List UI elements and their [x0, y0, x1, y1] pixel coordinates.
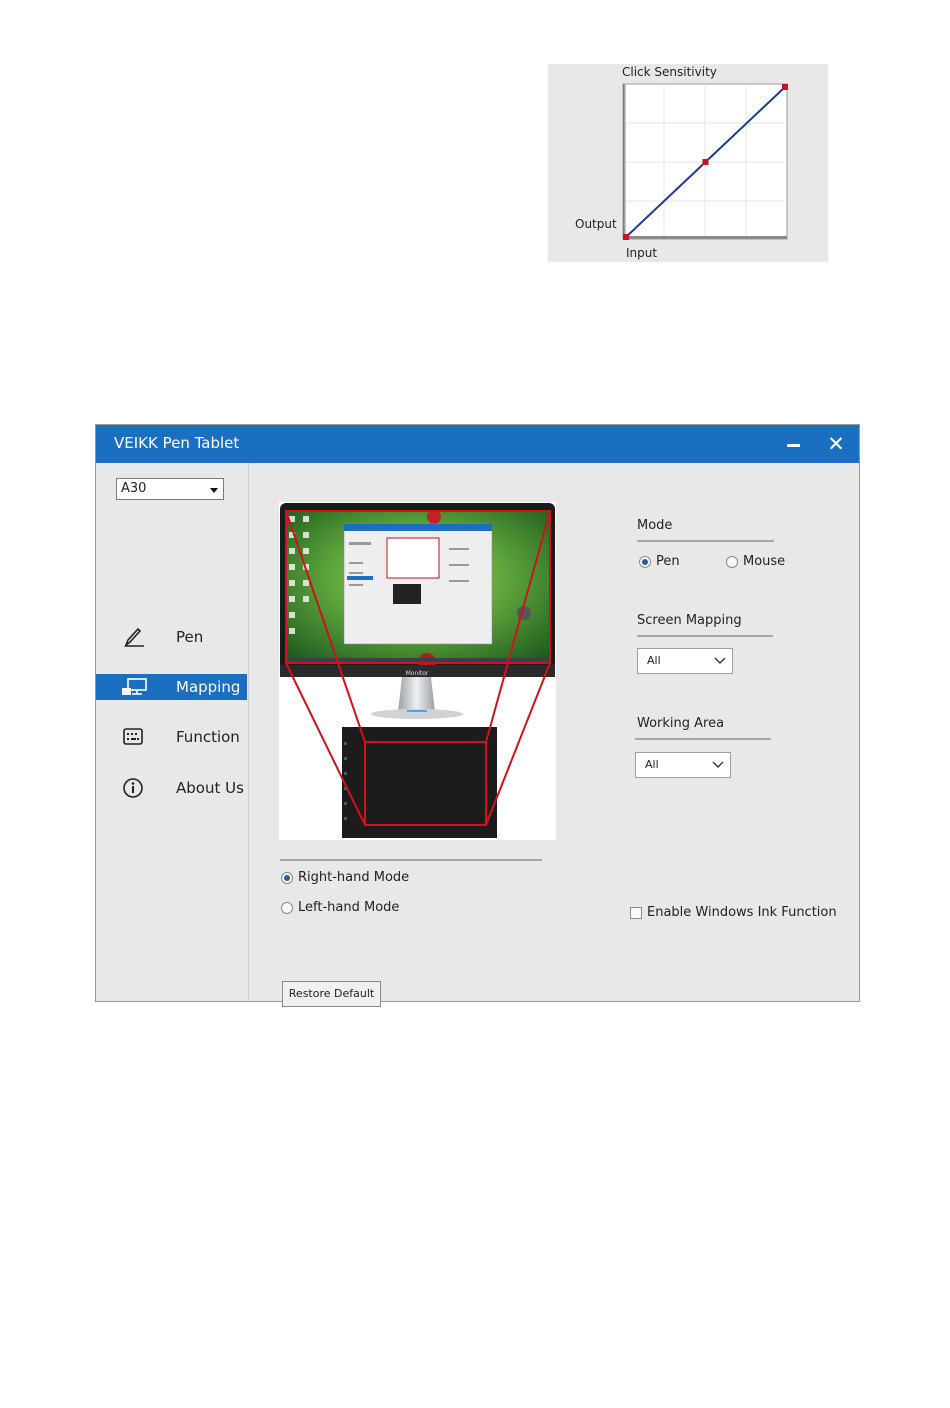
radio-label: Left-hand Mode: [298, 900, 400, 915]
sidebar-item-pen[interactable]: Pen: [96, 624, 247, 650]
curve-control-point[interactable]: [623, 234, 629, 240]
curve-control-point[interactable]: [702, 159, 709, 165]
dropdown-arrow-icon: [210, 488, 218, 493]
sensitivity-title: Click Sensitivity: [622, 65, 717, 79]
device-select[interactable]: A30: [116, 478, 224, 500]
radio-selected-icon: [639, 556, 651, 568]
sidebar-item-label: Pen: [176, 628, 204, 646]
radio-selected-icon: [281, 872, 293, 884]
monitor-brand-label: Monitor: [406, 670, 429, 677]
sidebar-item-mapping[interactable]: Mapping: [96, 674, 247, 700]
mapping-preview: Monitor: [279, 502, 556, 840]
screen-mapping-divider: [637, 635, 773, 637]
curve-control-point[interactable]: [782, 84, 788, 90]
veikk-window: VEIKK Pen Tablet ✕ A30 Pen Mapping Funct…: [96, 425, 859, 1007]
chevron-down-icon: [712, 761, 724, 768]
minimize-icon: [787, 444, 800, 447]
window-title: VEIKK Pen Tablet: [114, 434, 240, 452]
sidebar-item-label: About Us: [176, 779, 244, 797]
sidebar: A30 Pen Mapping Function About Us: [96, 463, 249, 1001]
radio-unselected-icon: [726, 556, 738, 568]
monitor-tablet-illustration: Monitor: [280, 503, 555, 838]
mode-title: Mode: [637, 518, 673, 533]
sidebar-item-label: Mapping: [176, 678, 241, 696]
pen-icon: [122, 626, 148, 648]
windows-ink-label: Enable Windows Ink Function: [647, 905, 837, 920]
mode-divider: [637, 540, 774, 542]
monitor-icon: [122, 676, 148, 698]
keyboard-icon: [122, 726, 148, 748]
sensitivity-curve-plot: [622, 83, 788, 240]
radio-label: Right-hand Mode: [298, 870, 410, 885]
hand-mode-divider: [280, 859, 542, 861]
screen-mapping-title: Screen Mapping: [637, 613, 742, 628]
click-sensitivity-chart: Click Sensitivity Output Input: [548, 64, 828, 262]
screen-mapping-dropdown[interactable]: All: [637, 648, 733, 674]
input-axis-label: Input: [626, 246, 658, 260]
working-area-dropdown[interactable]: All: [635, 752, 731, 778]
working-area-divider: [635, 738, 771, 740]
radio-label: Pen: [656, 554, 680, 569]
working-area-value: All: [645, 758, 659, 771]
mapping-panel: Monitor Right-hand Mode Left-hand Mode M…: [248, 463, 859, 1007]
radio-label: Mouse: [743, 554, 786, 569]
checkbox-unchecked-icon: [630, 907, 642, 919]
output-axis-label: Output: [575, 217, 617, 231]
working-area-title: Working Area: [637, 716, 725, 731]
sidebar-item-function[interactable]: Function: [96, 724, 247, 750]
screen-mapping-value: All: [647, 654, 661, 667]
minimize-button[interactable]: [782, 433, 804, 455]
info-icon: [122, 777, 148, 799]
sidebar-item-label: Function: [176, 728, 240, 746]
sidebar-item-about-us[interactable]: About Us: [96, 775, 247, 801]
close-icon: ✕: [827, 432, 845, 456]
restore-default-button[interactable]: Restore Default: [282, 981, 381, 1007]
chevron-down-icon: [714, 657, 726, 664]
radio-unselected-icon: [281, 902, 293, 914]
close-button[interactable]: ✕: [825, 433, 847, 455]
device-select-value: A30: [121, 481, 147, 496]
title-bar[interactable]: VEIKK Pen Tablet ✕: [96, 425, 859, 463]
